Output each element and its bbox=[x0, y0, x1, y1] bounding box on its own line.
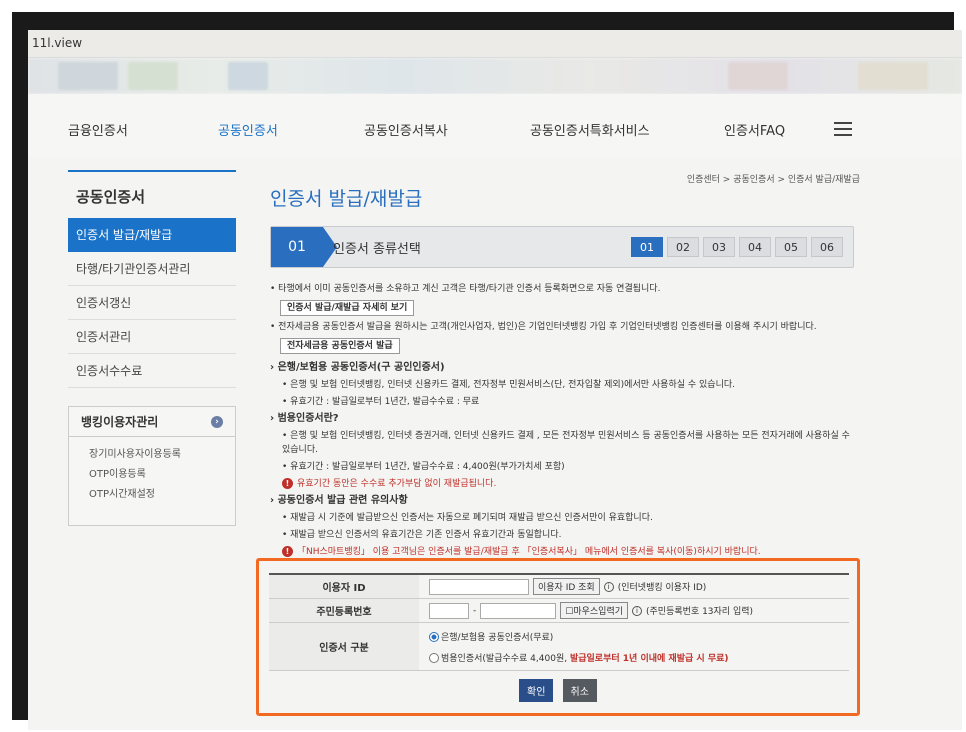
rrn-dash: - bbox=[473, 605, 477, 616]
step-4: 04 bbox=[739, 237, 771, 257]
sidebar: 공동인증서 인증서 발급/재발급 타행/타기관인증서관리 인증서갱신 인증서관리… bbox=[68, 170, 236, 526]
current-step-number: 01 bbox=[271, 227, 337, 267]
step-3: 03 bbox=[703, 237, 735, 257]
banking-user-box: 뱅킹이용자관리 › 장기미사용자이용등록 OTP이용등록 OTP시간재설정 bbox=[68, 406, 236, 526]
section-heading-notice: › 공동인증서 발급 관련 유의사항 bbox=[270, 495, 408, 506]
general-warning: 유효기간 동안은 수수료 추가부담 없이 재발급됩니다. bbox=[297, 479, 497, 489]
cancel-button[interactable]: 취소 bbox=[562, 679, 597, 702]
chevron-right-icon[interactable]: › bbox=[211, 416, 223, 428]
sidebar-item-renew[interactable]: 인증서갱신 bbox=[68, 286, 236, 320]
step-5: 05 bbox=[775, 237, 807, 257]
radio-bank-cert-label: 은행/보험용 공동인증서(무료) bbox=[441, 632, 554, 643]
photo-frame: 11l.view 금융인증서 공동인증서 공동인증서복사 공동인증서특화서비스 … bbox=[12, 12, 962, 730]
section-bank-line2: • 유효기간 : 발급일로부터 1년간, 발급수수료 : 무료 bbox=[282, 397, 480, 407]
rrn-front-input[interactable] bbox=[429, 602, 469, 619]
url-text: 11l.view bbox=[32, 36, 83, 50]
banking-item-otp-register[interactable]: OTP이용등록 bbox=[69, 465, 235, 485]
section-general-line1: • 은행 및 보험 인터넷뱅킹, 인터넷 증권거래, 인터넷 신용카드 결제 ,… bbox=[282, 431, 850, 455]
breadcrumb: 인증센터 > 공동인증서 > 인증서 발급/재발급 bbox=[686, 175, 860, 185]
cert-type-label: 인증서 구분 bbox=[269, 623, 419, 670]
radio-selected-icon[interactable] bbox=[429, 632, 439, 642]
rrn-hint: (주민등록번호 13자리 입력) bbox=[646, 607, 754, 617]
step-indicators: 01 02 03 04 05 06 bbox=[631, 237, 843, 257]
browser-screen: 11l.view 금융인증서 공동인증서 공동인증서복사 공동인증서특화서비스 … bbox=[28, 30, 962, 730]
nav-cert-special[interactable]: 공동인증서특화서비스 bbox=[530, 120, 650, 139]
step-1: 01 bbox=[631, 237, 663, 257]
info-icon: i bbox=[632, 605, 643, 616]
section-notice-line2: • 재발급 받으신 인증서의 유효기간은 기존 인증서 유효기간과 동일합니다. bbox=[282, 530, 562, 540]
banking-user-title: 뱅킹이용자관리 bbox=[81, 415, 159, 429]
address-bar[interactable]: 11l.view bbox=[28, 30, 962, 58]
info-p1: • 타행에서 이미 공동인증서를 소유하고 계신 고객은 타행/타기관 인증서 … bbox=[270, 284, 661, 294]
info-icon: i bbox=[603, 581, 614, 592]
issue-form-highlight: 이용자 ID 이용자 ID 조회 i (인터넷뱅킹 이용자 ID) 주민등록번호… bbox=[256, 558, 860, 716]
warning-icon: ! bbox=[282, 478, 293, 489]
info-p2: • 전자세금용 공동인증서 발급을 원하시는 고객(개인사업자, 법인)은 기업… bbox=[270, 322, 817, 332]
user-id-lookup-button[interactable]: 이용자 ID 조회 bbox=[533, 578, 600, 595]
nav-cert-faq[interactable]: 인증서FAQ bbox=[724, 120, 785, 139]
step-label: 인증서 종류선택 bbox=[333, 242, 421, 257]
section-heading-bank: › 은행/보험용 공동인증서(구 공인인증서) bbox=[270, 362, 445, 373]
radio-general-cert-label: 범용인증서(발급수수료 4,400원, bbox=[441, 653, 568, 664]
user-id-label: 이용자 ID bbox=[269, 575, 419, 598]
sidebar-title: 공동인증서 bbox=[68, 170, 236, 218]
page-title: 인증서 발급/재발급 bbox=[270, 188, 423, 210]
issue-form: 이용자 ID 이용자 ID 조회 i (인터넷뱅킹 이용자 ID) 주민등록번호… bbox=[269, 573, 849, 671]
nav-financial-cert[interactable]: 금융인증서 bbox=[68, 120, 128, 139]
mouse-input-toggle[interactable]: ☐마우스입력기 bbox=[560, 602, 629, 619]
sidebar-item-other-bank[interactable]: 타행/타기관인증서관리 bbox=[68, 252, 236, 286]
banking-user-header[interactable]: 뱅킹이용자관리 › bbox=[69, 407, 235, 437]
radio-general-cert-note: 발급일로부터 1년 이내에 재발급 시 무료) bbox=[569, 653, 729, 664]
top-navigation: 금융인증서 공동인증서 공동인증서복사 공동인증서특화서비스 인증서FAQ bbox=[28, 94, 962, 158]
rrn-back-input[interactable] bbox=[480, 602, 557, 619]
section-heading-general: › 범용인증서란? bbox=[270, 413, 339, 424]
section-general-line2: • 유효기간 : 발급일로부터 1년간, 발급수수료 : 4,400원(부가가치… bbox=[282, 462, 565, 472]
radio-general-cert[interactable]: 범용인증서(발급수수료 4,400원, 발급일로부터 1년 이내에 재발급 시 … bbox=[429, 651, 729, 664]
user-id-hint: (인터넷뱅킹 이용자 ID) bbox=[617, 583, 707, 593]
radio-bank-cert[interactable]: 은행/보험용 공동인증서(무료) bbox=[429, 630, 553, 643]
banking-item-otp-reset[interactable]: OTP시간재설정 bbox=[69, 485, 235, 505]
warning-icon: ! bbox=[282, 546, 293, 557]
step-bar: 01 인증서 종류선택 01 02 03 04 05 06 bbox=[270, 226, 854, 268]
form-buttons: 확인 취소 bbox=[259, 679, 857, 702]
nav-cert-copy[interactable]: 공동인증서복사 bbox=[364, 120, 448, 139]
notice-warning: 「NH스마트뱅킹」 이용 고객님은 인증서를 발급/재발급 후 「인증서복사」 … bbox=[297, 547, 761, 557]
section-notice-line1: • 재발급 시 기준에 발급받으신 인증서는 자동으로 폐기되며 재발급 받으신… bbox=[282, 513, 653, 523]
radio-unselected-icon[interactable] bbox=[429, 653, 439, 663]
user-id-input[interactable] bbox=[429, 578, 529, 595]
mouse-input-label: 마우스입력기 bbox=[573, 607, 624, 617]
rrn-label: 주민등록번호 bbox=[269, 599, 419, 622]
confirm-button[interactable]: 확인 bbox=[519, 679, 554, 702]
banking-item-long-term[interactable]: 장기미사용자이용등록 bbox=[69, 445, 235, 465]
section-bank-line1: • 은행 및 보험 인터넷뱅킹, 인터넷 신용카드 결제, 전자정부 민원서비스… bbox=[282, 380, 735, 390]
detail-button[interactable]: 인증서 발급/재발급 자세히 보기 bbox=[280, 300, 415, 316]
menu-icon[interactable] bbox=[834, 122, 852, 136]
step-6: 06 bbox=[811, 237, 843, 257]
sidebar-item-fee[interactable]: 인증서수수료 bbox=[68, 354, 236, 388]
step-2: 02 bbox=[667, 237, 699, 257]
blurred-bookmarks-bar bbox=[28, 58, 962, 94]
nav-joint-cert[interactable]: 공동인증서 bbox=[218, 120, 278, 139]
sidebar-item-manage[interactable]: 인증서관리 bbox=[68, 320, 236, 354]
tax-cert-button[interactable]: 전자세금용 공동인증서 발급 bbox=[280, 338, 400, 354]
sidebar-item-issue[interactable]: 인증서 발급/재발급 bbox=[68, 218, 236, 252]
info-text: • 타행에서 이미 공동인증서를 소유하고 계신 고객은 타행/타기관 인증서 … bbox=[270, 282, 860, 562]
